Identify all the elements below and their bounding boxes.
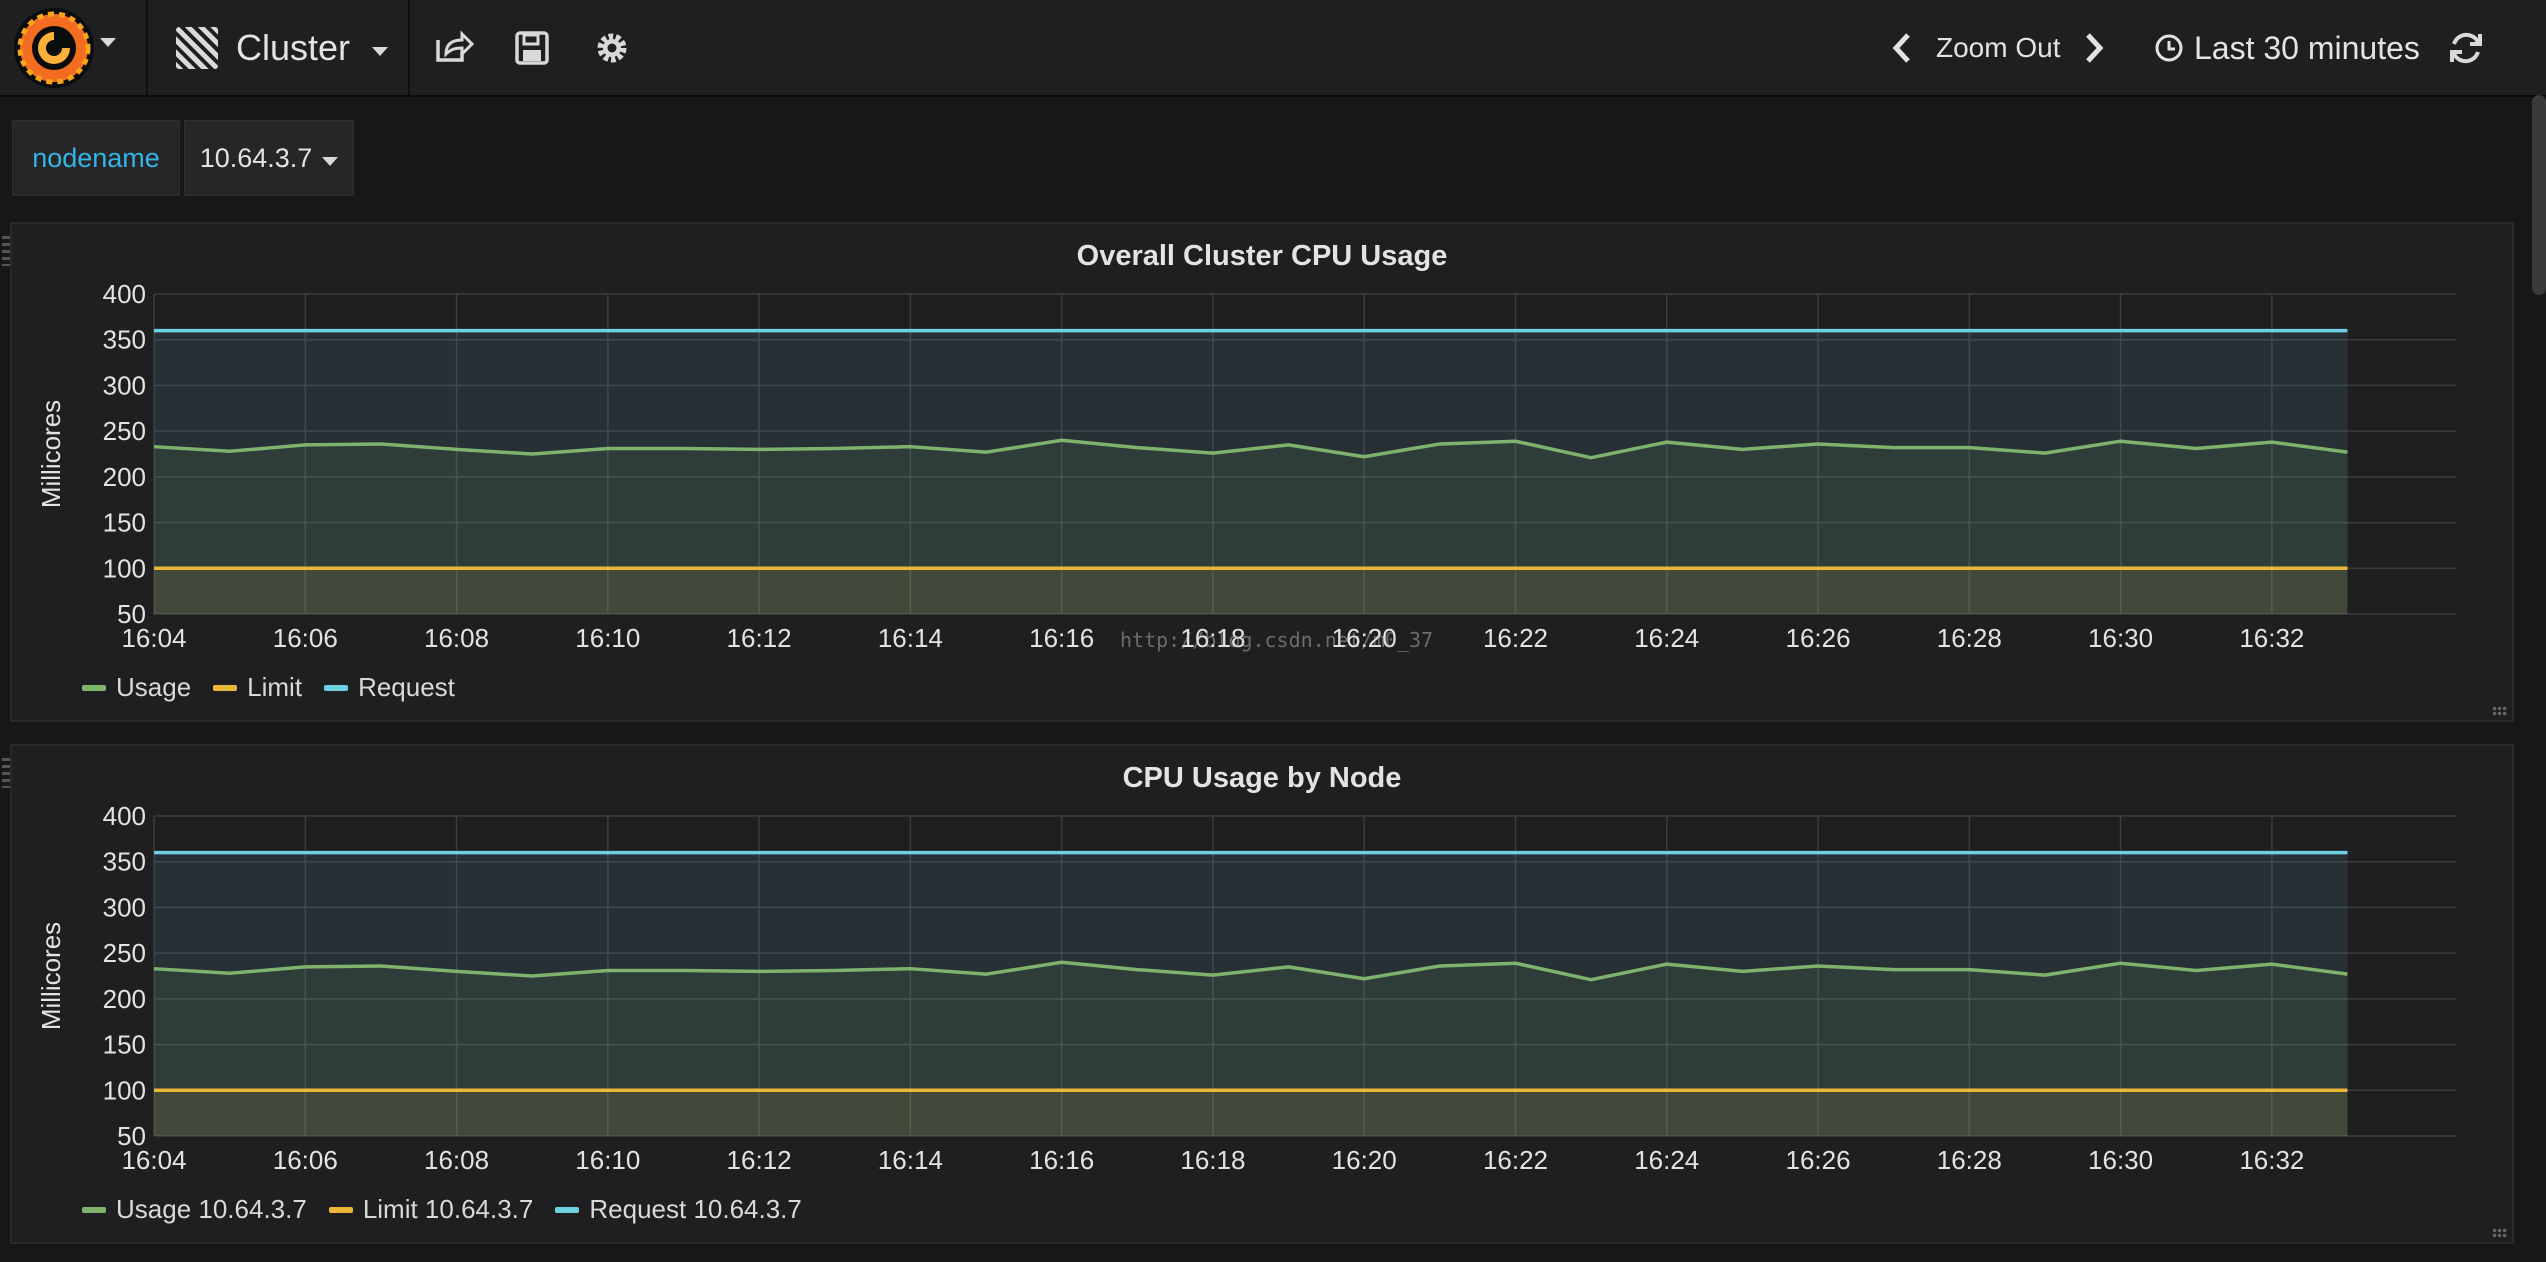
save-icon[interactable] bbox=[510, 26, 554, 70]
y-tick-label: 300 bbox=[103, 370, 146, 400]
x-tick-label: 16:20 bbox=[1332, 1145, 1397, 1175]
x-tick-label: 16:10 bbox=[575, 623, 640, 653]
y-tick-label: 200 bbox=[103, 462, 146, 492]
dashboard-title: Cluster bbox=[236, 27, 351, 68]
drag-handle[interactable] bbox=[2, 758, 10, 788]
x-tick-label: 16:18 bbox=[1180, 1145, 1245, 1175]
page-scrollbar[interactable] bbox=[2532, 95, 2546, 295]
x-tick-label: 16:10 bbox=[575, 1145, 640, 1175]
x-tick-label: 16:04 bbox=[121, 1145, 186, 1175]
graph-legend: Usage 10.64.3.7 Limit 10.64.3.7 Request … bbox=[82, 1194, 802, 1225]
top-navbar: Cluster Zoom Out Last 30 minutes bbox=[0, 0, 2546, 97]
legend-swatch bbox=[555, 1206, 580, 1213]
x-tick-label: 16:28 bbox=[1937, 1145, 2002, 1175]
chevron-left-icon[interactable] bbox=[1890, 31, 1916, 65]
x-tick-label: 16:14 bbox=[878, 623, 943, 653]
graph-legend: Usage Limit Request bbox=[82, 672, 455, 703]
y-tick-label: 100 bbox=[103, 553, 146, 583]
x-tick-label: 16:08 bbox=[424, 1145, 489, 1175]
chevron-down-icon bbox=[322, 156, 339, 166]
variable-label-nodename: nodename bbox=[12, 120, 180, 196]
share-icon[interactable] bbox=[430, 26, 474, 70]
grid-icon bbox=[176, 27, 218, 69]
y-tick-label: 150 bbox=[103, 508, 146, 538]
y-tick-label: 400 bbox=[103, 801, 146, 831]
x-tick-label: 16:24 bbox=[1634, 623, 1699, 653]
variable-value: 10.64.3.7 bbox=[199, 142, 313, 173]
x-tick-label: 16:24 bbox=[1634, 1145, 1699, 1175]
refresh-icon[interactable] bbox=[2444, 26, 2488, 70]
clock-icon bbox=[2155, 34, 2183, 62]
x-tick-label: 16:12 bbox=[727, 1145, 792, 1175]
legend-item-usage[interactable]: Usage 10.64.3.7 bbox=[82, 1194, 307, 1225]
x-tick-label: 16:26 bbox=[1785, 623, 1850, 653]
y-tick-label: 200 bbox=[103, 984, 146, 1014]
x-tick-label: 16:14 bbox=[878, 1145, 943, 1175]
panel-resize-handle[interactable] bbox=[2492, 706, 2508, 716]
graph-panel-cpu-by-node: CPU Usage by Node 400 350 300 250 200 150 100 5… bbox=[2, 744, 2514, 1244]
y-tick-label: 350 bbox=[103, 325, 146, 355]
series-area bbox=[154, 1090, 2348, 1136]
x-tick-label: 16:32 bbox=[2239, 1145, 2304, 1175]
panel-resize-handle[interactable] bbox=[2492, 1228, 2508, 1238]
legend-item-request[interactable]: Request bbox=[324, 672, 455, 703]
legend-swatch bbox=[328, 1206, 353, 1213]
watermark-text: http://blog.csdn.net/m0_37 bbox=[1120, 628, 1434, 652]
x-tick-label: 16:30 bbox=[2088, 1145, 2153, 1175]
x-tick-label: 16:22 bbox=[1483, 1145, 1548, 1175]
navbar-divider bbox=[408, 0, 410, 95]
x-tick-label: 16:26 bbox=[1785, 1145, 1850, 1175]
legend-label: Usage bbox=[116, 672, 192, 702]
y-tick-label: 150 bbox=[103, 1030, 146, 1060]
legend-swatch bbox=[213, 684, 238, 691]
y-tick-label: 300 bbox=[103, 892, 146, 922]
legend-label: Limit 10.64.3.7 bbox=[362, 1194, 534, 1224]
legend-label: Request bbox=[358, 672, 455, 702]
variable-select-nodename[interactable]: 10.64.3.7 bbox=[184, 120, 354, 196]
y-tick-label: 250 bbox=[103, 416, 146, 446]
drag-handle[interactable] bbox=[2, 236, 10, 266]
series-area bbox=[154, 568, 2348, 614]
x-tick-label: 16:32 bbox=[2239, 623, 2304, 653]
x-tick-label: 16:22 bbox=[1483, 623, 1548, 653]
legend-item-request[interactable]: Request 10.64.3.7 bbox=[555, 1194, 802, 1225]
x-tick-label: 16:30 bbox=[2088, 623, 2153, 653]
legend-item-limit[interactable]: Limit bbox=[213, 672, 302, 703]
y-tick-label: 350 bbox=[103, 847, 146, 877]
legend-swatch bbox=[324, 684, 349, 691]
graph-plot[interactable]: 4003503002502001501005016:04 16:06 16:08 16… bbox=[12, 746, 2512, 1242]
legend-label: Limit bbox=[247, 672, 303, 702]
chevron-down-icon bbox=[372, 46, 389, 56]
navbar-divider bbox=[146, 0, 148, 95]
x-tick-label: 16:04 bbox=[121, 623, 186, 653]
y-tick-label: 100 bbox=[103, 1075, 146, 1105]
dashboard-picker[interactable]: Cluster bbox=[176, 22, 389, 74]
x-tick-label: 16:12 bbox=[727, 623, 792, 653]
zoom-controls: Zoom Out bbox=[1890, 22, 2106, 74]
x-tick-label: 16:06 bbox=[273, 623, 338, 653]
x-tick-label: 16:16 bbox=[1029, 1145, 1094, 1175]
chevron-right-icon[interactable] bbox=[2080, 31, 2106, 65]
y-axis-label: Millicores bbox=[36, 400, 66, 508]
legend-item-usage[interactable]: Usage bbox=[82, 672, 191, 703]
x-tick-label: 16:06 bbox=[273, 1145, 338, 1175]
zoom-out-button[interactable]: Zoom Out bbox=[1936, 32, 2060, 64]
x-tick-label: 16:16 bbox=[1029, 623, 1094, 653]
time-range-label: Last 30 minutes bbox=[2194, 29, 2420, 66]
y-axis-label: Millicores bbox=[36, 922, 66, 1030]
legend-item-limit[interactable]: Limit 10.64.3.7 bbox=[328, 1194, 534, 1225]
y-tick-label: 250 bbox=[103, 938, 146, 968]
x-tick-label: 16:28 bbox=[1937, 623, 2002, 653]
legend-label: Usage 10.64.3.7 bbox=[116, 1194, 307, 1224]
gear-icon[interactable] bbox=[590, 26, 634, 70]
legend-swatch bbox=[82, 684, 106, 691]
time-range-picker[interactable]: Last 30 minutes bbox=[2154, 22, 2420, 74]
legend-swatch bbox=[82, 1206, 106, 1213]
grafana-logo-icon[interactable] bbox=[14, 8, 94, 88]
x-tick-label: 16:08 bbox=[424, 623, 489, 653]
chevron-down-icon[interactable] bbox=[100, 38, 116, 47]
y-tick-label: 400 bbox=[103, 279, 146, 309]
legend-label: Request 10.64.3.7 bbox=[589, 1194, 802, 1224]
